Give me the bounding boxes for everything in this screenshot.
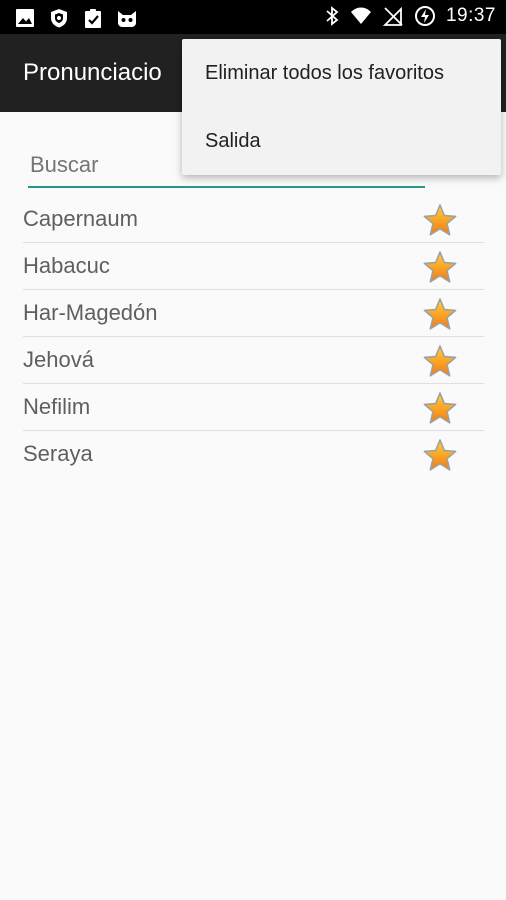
status-clock: 19:37 — [445, 5, 496, 26]
battery-charging-icon — [414, 5, 436, 27]
page-title: Pronunciacio — [23, 59, 162, 86]
list-item-label: Capernaum — [23, 206, 138, 231]
status-notifications — [14, 7, 138, 29]
menu-item-exit[interactable]: Salida — [182, 107, 501, 175]
shield-icon — [48, 7, 70, 29]
overflow-menu: Eliminar todos los favoritos Salida — [182, 39, 501, 175]
status-bar: 19:37 — [0, 0, 506, 34]
list-item[interactable]: Nefilim — [23, 384, 484, 431]
menu-item-delete-all-favorites[interactable]: Eliminar todos los favoritos — [182, 39, 501, 107]
list-item-label: Nefilim — [23, 394, 91, 419]
star-icon[interactable] — [422, 438, 458, 474]
list-item[interactable]: Habacuc — [23, 243, 484, 290]
wifi-icon — [350, 5, 372, 27]
bluetooth-icon — [324, 5, 340, 27]
star-icon[interactable] — [422, 203, 458, 239]
list-item[interactable]: Capernaum — [23, 196, 484, 243]
list-item[interactable]: Har-Magedón — [23, 290, 484, 337]
clipboard-check-icon — [82, 7, 104, 29]
star-icon[interactable] — [422, 344, 458, 380]
list-item[interactable]: Jehová — [23, 337, 484, 384]
status-system: 19:37 — [324, 5, 496, 27]
list-item[interactable]: Seraya — [23, 431, 484, 477]
cat-icon — [116, 7, 138, 29]
star-icon[interactable] — [422, 297, 458, 333]
favorites-list: Capernaum Habacuc Har-Magedón Jehová Nef… — [23, 196, 484, 477]
list-item-label: Habacuc — [23, 253, 110, 278]
star-icon[interactable] — [422, 250, 458, 286]
list-item-label: Seraya — [23, 441, 93, 466]
list-item-label: Har-Magedón — [23, 300, 158, 325]
image-icon — [14, 7, 36, 29]
star-icon[interactable] — [422, 391, 458, 427]
app-screen: 19:37 Pronunciacio Capernaum Habacuc Har… — [0, 0, 506, 900]
no-signal-icon — [382, 5, 404, 27]
list-item-label: Jehová — [23, 347, 94, 372]
